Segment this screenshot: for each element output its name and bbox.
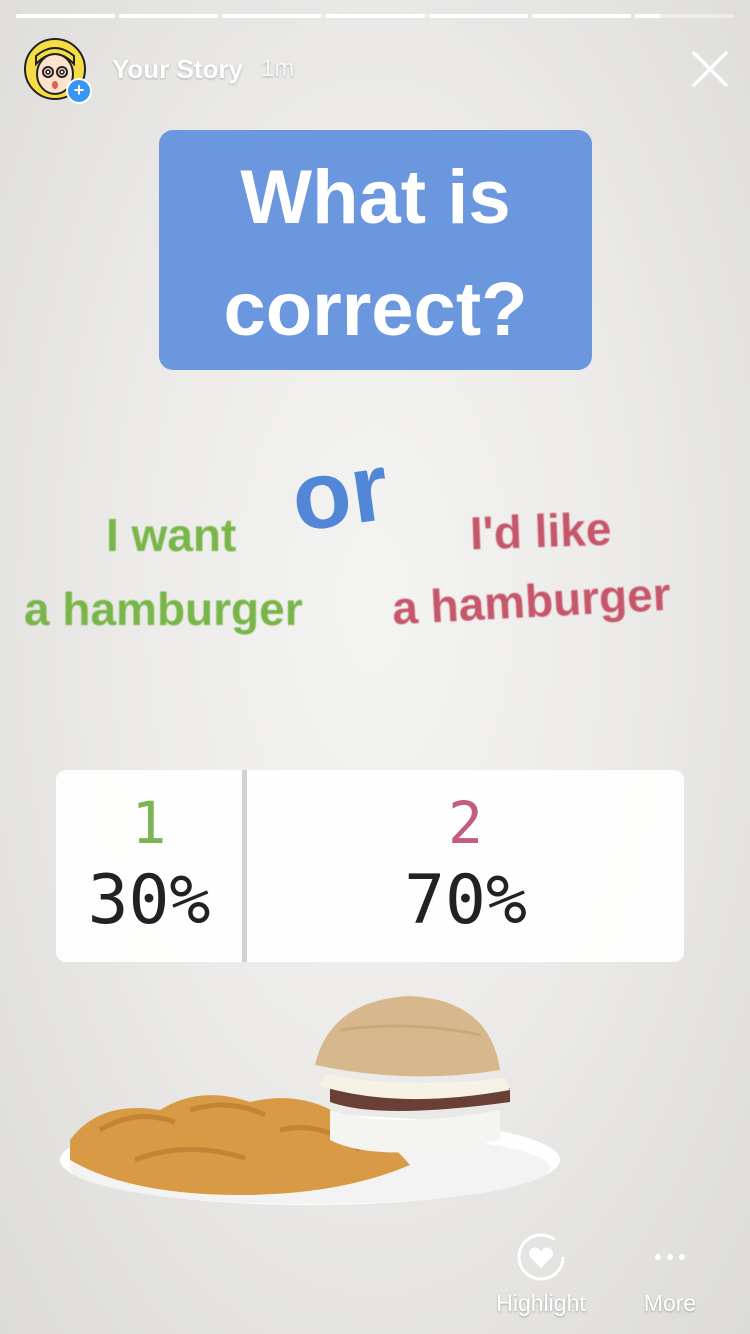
option1-line2: a hamburger xyxy=(24,583,303,635)
poll-choice-2-label: 2 xyxy=(448,789,483,857)
progress-segment xyxy=(428,14,528,18)
highlight-label: Highlight xyxy=(496,1290,586,1316)
question-title: What is correct? xyxy=(159,130,592,370)
more-dots-icon xyxy=(630,1232,710,1282)
story-username[interactable]: Your Story xyxy=(112,54,243,85)
add-story-icon[interactable]: + xyxy=(66,78,92,104)
more-label: More xyxy=(643,1290,697,1316)
or-text: or xyxy=(284,432,395,553)
progress-segment xyxy=(222,14,322,18)
heart-circle-icon xyxy=(516,1232,566,1282)
more-button[interactable]: More xyxy=(630,1232,710,1317)
poll-choice-2-percent: 70% xyxy=(404,861,527,940)
poll-choice-1-label: 1 xyxy=(131,789,167,857)
question-title-line2: correct? xyxy=(223,267,528,352)
story-view: + Your Story 1m What is correct? or I wa… xyxy=(0,0,750,1334)
option2-line2: a hamburger xyxy=(390,567,672,635)
question-title-line1: What is xyxy=(240,155,511,240)
story-progress-bar xyxy=(16,14,734,18)
progress-segment xyxy=(16,14,116,18)
story-header: + Your Story 1m xyxy=(24,36,730,104)
progress-segment xyxy=(325,14,425,18)
progress-segment xyxy=(531,14,631,18)
poll-choice-2[interactable]: 2 70% xyxy=(247,770,684,962)
poll-choice-1-percent: 30% xyxy=(87,861,211,940)
option1-line1: I want xyxy=(106,509,237,561)
progress-segment-current xyxy=(634,14,734,18)
story-time: 1m xyxy=(260,55,295,82)
close-icon[interactable] xyxy=(690,49,730,89)
highlight-button[interactable]: Highlight xyxy=(488,1232,594,1317)
burger-plate-image xyxy=(60,996,560,1205)
poll-choice-1[interactable]: 1 30% xyxy=(56,770,242,962)
poll-sticker: 1 30% 2 70% xyxy=(56,770,684,962)
avatar[interactable]: + xyxy=(24,38,92,104)
option2-line1: I'd like xyxy=(469,502,613,560)
progress-segment xyxy=(119,14,219,18)
